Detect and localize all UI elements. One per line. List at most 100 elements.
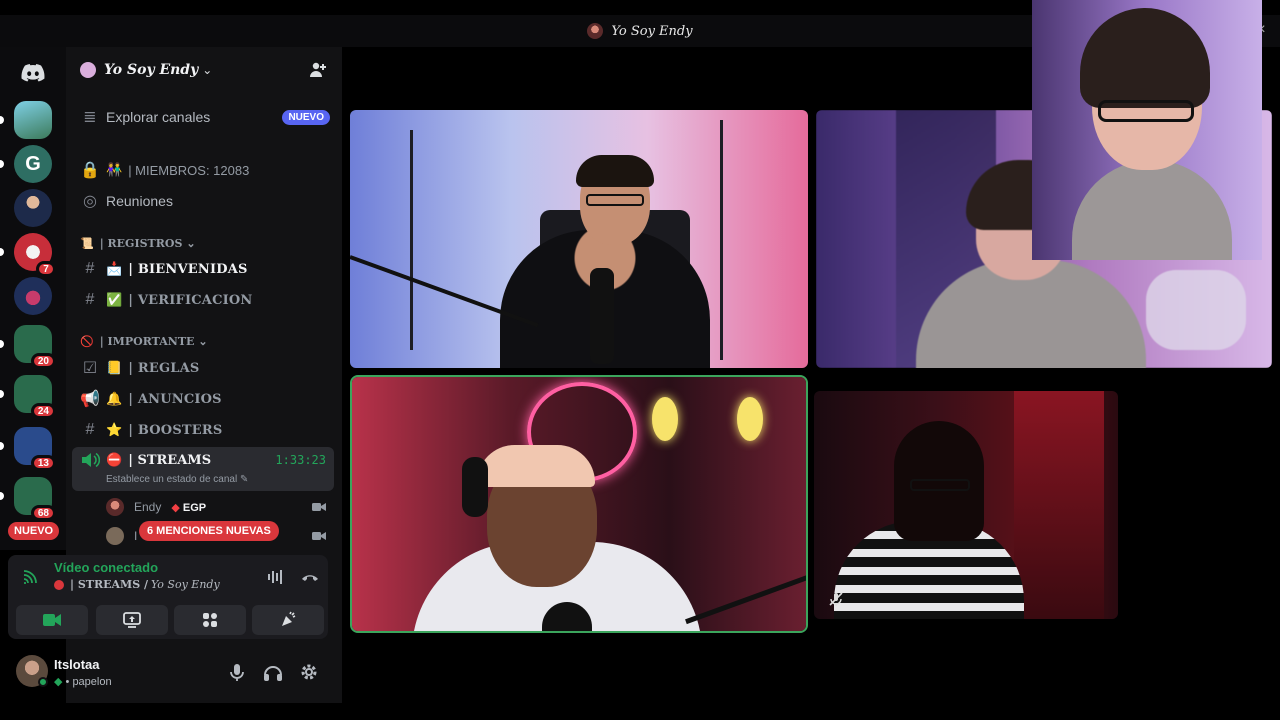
hash-icon: # xyxy=(85,260,95,277)
star-emoji: ⭐ xyxy=(106,422,123,437)
channel-label: | REGLAS xyxy=(128,360,200,376)
voice-channel-name: | STREAMS / xyxy=(70,578,148,591)
voice-status-panel: Vídeo conectado | STREAMS / Yo Soy Endy xyxy=(8,555,328,639)
username[interactable]: Itslotaa xyxy=(54,657,100,672)
new-unreads-pill[interactable]: NUEVO xyxy=(8,522,60,540)
stage-icon: ◎ xyxy=(83,193,97,210)
new-badge: NUEVO xyxy=(282,109,330,125)
channel-label: | ANUNCIOS xyxy=(128,391,222,407)
voice-connected-status[interactable]: Vídeo conectado xyxy=(54,560,158,575)
member-tag: ◆ EGP xyxy=(171,501,206,514)
tag-icon: ◆ xyxy=(171,501,180,514)
explore-channels-label: Explorar canales xyxy=(106,109,211,125)
explore-channels[interactable]: ≣ Explorar canales NUEVO xyxy=(72,103,336,131)
user-panel: Itslotaa ◆ • papelon xyxy=(8,647,328,699)
connection-signal-icon[interactable] xyxy=(22,569,40,585)
server-folder-8[interactable]: 13 xyxy=(0,427,56,471)
no-entry-emoji: ⛔ xyxy=(106,452,123,467)
chevron-down-icon: ⌄ xyxy=(198,334,208,348)
voice-server-name: Yo Soy Endy xyxy=(151,578,220,591)
settings-gear-icon[interactable] xyxy=(298,661,320,683)
server-name: Yo Soy Endy xyxy=(104,62,199,78)
bell-emoji: 🔔 xyxy=(106,391,123,406)
video-tile[interactable] xyxy=(350,110,808,368)
server-emblem-icon xyxy=(80,62,96,78)
server-avatar-icon xyxy=(587,23,604,39)
voice-channel-streams[interactable]: ⛔ | STREAMS 1:33:23 Establece un estado … xyxy=(72,447,334,491)
member-name: Endy xyxy=(134,500,162,514)
video-camera-icon xyxy=(43,614,61,626)
megaphone-icon: 📢 xyxy=(80,391,100,408)
envelope-emoji: 📩 xyxy=(106,261,123,276)
server-icon-3[interactable] xyxy=(14,189,52,227)
events-link[interactable]: ◎ Reuniones xyxy=(72,187,336,215)
window-title: Yo Soy Endy xyxy=(611,23,693,39)
noise-suppression-icon[interactable] xyxy=(266,567,286,587)
unread-badge: 20 xyxy=(30,353,56,369)
channel-label: | STREAMS xyxy=(128,452,212,468)
channel-status-placeholder: Establece un estado de canal xyxy=(106,474,238,485)
camera-icon xyxy=(312,532,326,540)
channel-reglas[interactable]: ☑ 📒 | REGLAS xyxy=(72,354,336,382)
user-custom-status: ◆ • papelon xyxy=(54,675,112,688)
channel-label: | BOOSTERS xyxy=(128,422,223,438)
server-icon-4[interactable]: 7 xyxy=(0,233,56,277)
server-folder-7[interactable]: 24 xyxy=(0,375,56,419)
server-header[interactable]: Yo Soy Endy ⌄ xyxy=(66,47,342,93)
unread-badge: 68 xyxy=(30,505,56,521)
category-label: | IMPORTANTE xyxy=(99,334,195,348)
soundboard-button[interactable] xyxy=(252,605,324,635)
channel-boosters[interactable]: # ⭐ | BOOSTERS xyxy=(72,416,336,444)
server-rail: G 7 20 24 13 68 xyxy=(0,47,66,550)
channel-members[interactable]: 🔒 👫 | MIEMBROS: 12083 xyxy=(72,156,336,184)
server-icon-5[interactable] xyxy=(14,277,52,315)
channel-anuncios[interactable]: 📢 🔔 | ANUNCIOS xyxy=(72,385,336,413)
user-status-text: • papelon xyxy=(65,676,112,688)
discord-logo-icon xyxy=(21,64,45,82)
disconnect-icon[interactable] xyxy=(300,567,320,587)
members-emoji: 👫 xyxy=(106,162,123,177)
server-icon-1[interactable] xyxy=(0,101,52,139)
channel-bienvenidas[interactable]: # 📩 | BIENVENIDAS xyxy=(72,255,336,283)
discord-home-button[interactable] xyxy=(13,53,53,93)
screen-share-button[interactable] xyxy=(96,605,168,635)
unread-badge: 24 xyxy=(30,403,56,419)
chevron-down-icon: ⌄ xyxy=(202,63,213,77)
muted-microphone-icon xyxy=(829,592,843,606)
ledger-emoji: 📒 xyxy=(106,360,123,375)
voice-member[interactable]: Endy ◆ EGP xyxy=(106,496,326,518)
camera-icon xyxy=(312,503,326,511)
unread-badge: 13 xyxy=(30,455,56,471)
no-entry-icon xyxy=(54,579,64,590)
channel-label: | VERIFICACION xyxy=(128,292,253,308)
server-folder-9[interactable]: 68 xyxy=(0,477,56,521)
prohibited-emoji: 🚫 xyxy=(80,334,94,348)
unread-badge: 7 xyxy=(36,261,56,277)
scroll-emoji: 📜 xyxy=(80,236,94,250)
avatar xyxy=(106,498,124,516)
list-icon: ≣ xyxy=(83,109,97,126)
server-folder-6[interactable]: 20 xyxy=(0,325,56,369)
rules-icon: ☑ xyxy=(82,360,98,377)
member-name: I xyxy=(134,529,138,543)
hash-icon: # xyxy=(85,291,95,308)
channel-label: | BIENVENIDAS xyxy=(128,261,248,277)
server-icon-2[interactable]: G xyxy=(0,145,52,183)
video-tile-speaking[interactable] xyxy=(350,375,808,633)
new-mentions-pill[interactable]: 6 MENCIONES NUEVAS xyxy=(139,521,279,541)
camera-button[interactable] xyxy=(16,605,88,635)
video-tile[interactable] xyxy=(814,391,1118,619)
category-registros[interactable]: 📜 | REGISTROS ⌄ xyxy=(80,234,196,252)
voice-channel-path[interactable]: | STREAMS / Yo Soy Endy xyxy=(54,578,220,591)
activities-button[interactable] xyxy=(174,605,246,635)
call-duration: 1:33:23 xyxy=(275,453,326,467)
online-status-icon xyxy=(38,677,48,687)
microphone-icon[interactable] xyxy=(226,661,248,683)
pencil-icon: ✎ xyxy=(240,474,249,485)
set-channel-status[interactable]: Establece un estado de canal ✎ xyxy=(106,474,248,485)
invite-people-icon[interactable] xyxy=(308,60,328,80)
channel-verificacion[interactable]: # ✅ | VERIFICACION xyxy=(72,286,336,314)
headphones-icon[interactable] xyxy=(262,661,284,683)
members-count-label: | MIEMBROS: 12083 xyxy=(128,162,250,178)
category-importante[interactable]: 🚫 | IMPORTANTE ⌄ xyxy=(80,332,208,350)
